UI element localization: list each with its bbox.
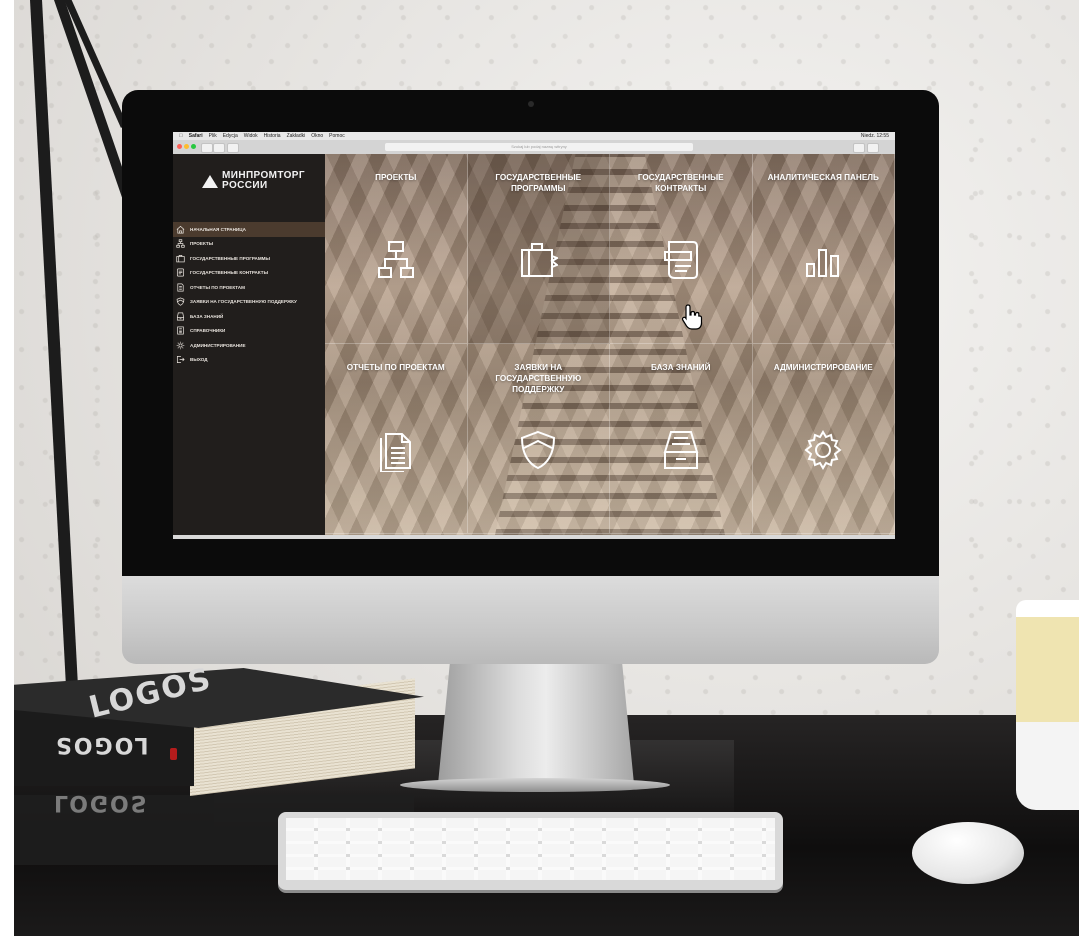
- bar-chart-icon: [803, 238, 843, 282]
- shield-icon: [518, 428, 558, 472]
- monitor-foot: [400, 778, 670, 792]
- contract-icon: [176, 268, 185, 277]
- hierarchy-icon: [176, 239, 185, 248]
- sidebar-toggle-button[interactable]: [227, 143, 239, 153]
- gear-icon: [176, 341, 185, 350]
- home-icon: [176, 225, 185, 234]
- sidebar-item-label: ОТЧЕТЫ ПО ПРОЕКТАМ: [190, 284, 245, 290]
- menu-plik[interactable]: Plik: [209, 132, 217, 140]
- tile-state-programs[interactable]: ГОСУДАРСТВЕННЫЕ ПРОГРАММЫ: [467, 154, 610, 344]
- tile-projects[interactable]: ПРОЕКТЫ: [325, 154, 468, 344]
- sidebar-item-support-requests[interactable]: ЗАЯВКИ НА ГОСУДАРСТВЕННУЮ ПОДДЕРЖКУ: [173, 295, 325, 310]
- contract-icon: [661, 238, 701, 282]
- brand-line-2: РОССИИ: [222, 180, 268, 191]
- sidebar-item-label: ПРОЕКТЫ: [190, 241, 214, 247]
- monitor-chin: [122, 576, 939, 664]
- sidebar-item-state-programs[interactable]: ГОСУДАРСТВЕННЫЕ ПРОГРАММЫ: [173, 251, 325, 266]
- zoom-window-button[interactable]: [191, 144, 196, 149]
- menu-safari[interactable]: Safari: [189, 132, 203, 140]
- monitor-stand: [438, 664, 634, 784]
- sidebar-item-projects[interactable]: ПРОЕКТЫ: [173, 237, 325, 252]
- menu-edycja[interactable]: Edycja: [223, 132, 238, 140]
- tile-title: БАЗА ЗНАНИЙ: [651, 363, 711, 372]
- menu-zakladki[interactable]: Zakładki: [287, 132, 306, 140]
- archive-icon: [661, 428, 701, 472]
- tile-title: ПРОЕКТЫ: [375, 173, 417, 182]
- menu-pomoc[interactable]: Pomoc: [329, 132, 345, 140]
- tile-title: АДМИНИСТРИРОВАНИЕ: [773, 363, 873, 372]
- sidebar-item-logout[interactable]: ВЫХОД: [173, 353, 325, 368]
- shield-icon: [176, 297, 185, 306]
- sidebar-item-label: БАЗА ЗНАНИЙ: [190, 313, 224, 319]
- book-emblem: [170, 748, 177, 760]
- sidebar: МИНПРОМТОРГ РОССИИ НАЧАЛЬНАЯ СТРАНИЦА ПР…: [173, 154, 325, 535]
- document-icon: [376, 428, 416, 473]
- menu-historia[interactable]: Historia: [264, 132, 281, 140]
- sidebar-item-label: СПРАВОЧНИКИ: [190, 328, 226, 334]
- dashboard-tiles: ПРОЕКТЫ ГОСУДАРСТВЕННЫЕ ПРОГРАММЫ ГОСУДА…: [325, 154, 895, 535]
- tile-administration[interactable]: АДМИНИСТРИРОВАНИЕ: [752, 344, 895, 534]
- sidebar-item-label: ЗАЯВКИ НА ГОСУДАРСТВЕННУЮ ПОДДЕРЖКУ: [190, 299, 297, 305]
- hierarchy-icon: [376, 238, 416, 282]
- sidebar-item-home[interactable]: НАЧАЛЬНАЯ СТРАНИЦА: [173, 222, 325, 237]
- back-button[interactable]: [201, 143, 213, 153]
- screen:  Safari Plik Edycja Widok Historia Zakł…: [173, 132, 895, 535]
- menubar-clock[interactable]: Niedz. 12:55: [861, 132, 889, 140]
- sidebar-item-state-contracts[interactable]: ГОСУДАРСТВЕННЫЕ КОНТРАКТЫ: [173, 266, 325, 281]
- sidebar-nav: НАЧАЛЬНАЯ СТРАНИЦА ПРОЕКТЫ ГОСУДАРСТВЕНН…: [173, 222, 325, 367]
- screen-bottom-bezel: [173, 535, 895, 539]
- tile-knowledge-base[interactable]: БАЗА ЗНАНИЙ: [610, 344, 753, 534]
- mac-menubar:  Safari Plik Edycja Widok Historia Zakł…: [173, 132, 895, 140]
- browser-toolbar: Szukaj lub podaj nazwę witryny: [173, 140, 895, 155]
- briefcase-icon: [518, 238, 560, 282]
- book-icon: [176, 326, 185, 335]
- sidebar-item-reports[interactable]: ОТЧЕТЫ ПО ПРОЕКТАМ: [173, 280, 325, 295]
- camera: [528, 101, 534, 107]
- close-window-button[interactable]: [177, 144, 182, 149]
- minimize-window-button[interactable]: [184, 144, 189, 149]
- tabs-button[interactable]: [867, 143, 879, 153]
- logout-icon: [176, 355, 185, 364]
- logo-triangle-icon: [202, 174, 218, 188]
- menu-okno[interactable]: Okno: [311, 132, 323, 140]
- hand-cursor-icon: [681, 304, 703, 330]
- document-icon: [176, 283, 185, 292]
- brand-logo[interactable]: МИНПРОМТОРГ РОССИИ: [202, 171, 305, 191]
- briefcase-icon: [176, 254, 185, 263]
- brand-text: МИНПРОМТОРГ РОССИИ: [222, 171, 305, 191]
- sidebar-item-directories[interactable]: СПРАВОЧНИКИ: [173, 324, 325, 339]
- sidebar-item-label: НАЧАЛЬНАЯ СТРАНИЦА: [190, 226, 246, 232]
- sidebar-item-label: АДМИНИСТРИРОВАНИЕ: [190, 342, 246, 348]
- keyboard-keys: [286, 818, 775, 880]
- book-title-reflection: LOGOS: [54, 790, 149, 815]
- sidebar-item-administration[interactable]: АДМИНИСТРИРОВАНИЕ: [173, 338, 325, 353]
- address-bar[interactable]: Szukaj lub podaj nazwę witryny: [385, 143, 693, 151]
- sidebar-item-label: ВЫХОД: [190, 357, 208, 363]
- forward-button[interactable]: [213, 143, 225, 153]
- tile-title: ОТЧЕТЫ ПО ПРОЕКТАМ: [346, 363, 445, 372]
- tile-title: АНАЛИТИЧЕСКАЯ ПАНЕЛЬ: [767, 173, 879, 182]
- sidebar-item-label: ГОСУДАРСТВЕННЫЕ КОНТРАКТЫ: [190, 270, 269, 276]
- mug: [1016, 600, 1079, 810]
- share-button[interactable]: [853, 143, 865, 153]
- book-title-spine: LOGOS: [54, 732, 149, 757]
- archive-icon: [176, 312, 185, 321]
- tile-title: ГОСУДАРСТВЕННЫЕ КОНТРАКТЫ: [637, 173, 724, 193]
- mouse: [912, 822, 1024, 884]
- tile-analytics-panel[interactable]: АНАЛИТИЧЕСКАЯ ПАНЕЛЬ: [752, 154, 895, 344]
- tile-support-requests[interactable]: ЗАЯВКИ НА ГОСУДАРСТВЕННУЮ ПОДДЕРЖКУ: [467, 344, 610, 534]
- gear-icon: [803, 428, 843, 472]
- keyboard: [278, 812, 783, 890]
- sidebar-item-label: ГОСУДАРСТВЕННЫЕ ПРОГРАММЫ: [190, 255, 271, 261]
- apple-icon[interactable]: : [179, 132, 183, 140]
- tile-title: ЗАЯВКИ НА ГОСУДАРСТВЕННУЮ ПОДДЕРЖКУ: [495, 363, 582, 394]
- tile-title: ГОСУДАРСТВЕННЫЕ ПРОГРАММЫ: [495, 173, 582, 193]
- sidebar-item-knowledge-base[interactable]: БАЗА ЗНАНИЙ: [173, 309, 325, 324]
- tile-project-reports[interactable]: ОТЧЕТЫ ПО ПРОЕКТАМ: [325, 344, 468, 534]
- menu-widok[interactable]: Widok: [244, 132, 258, 140]
